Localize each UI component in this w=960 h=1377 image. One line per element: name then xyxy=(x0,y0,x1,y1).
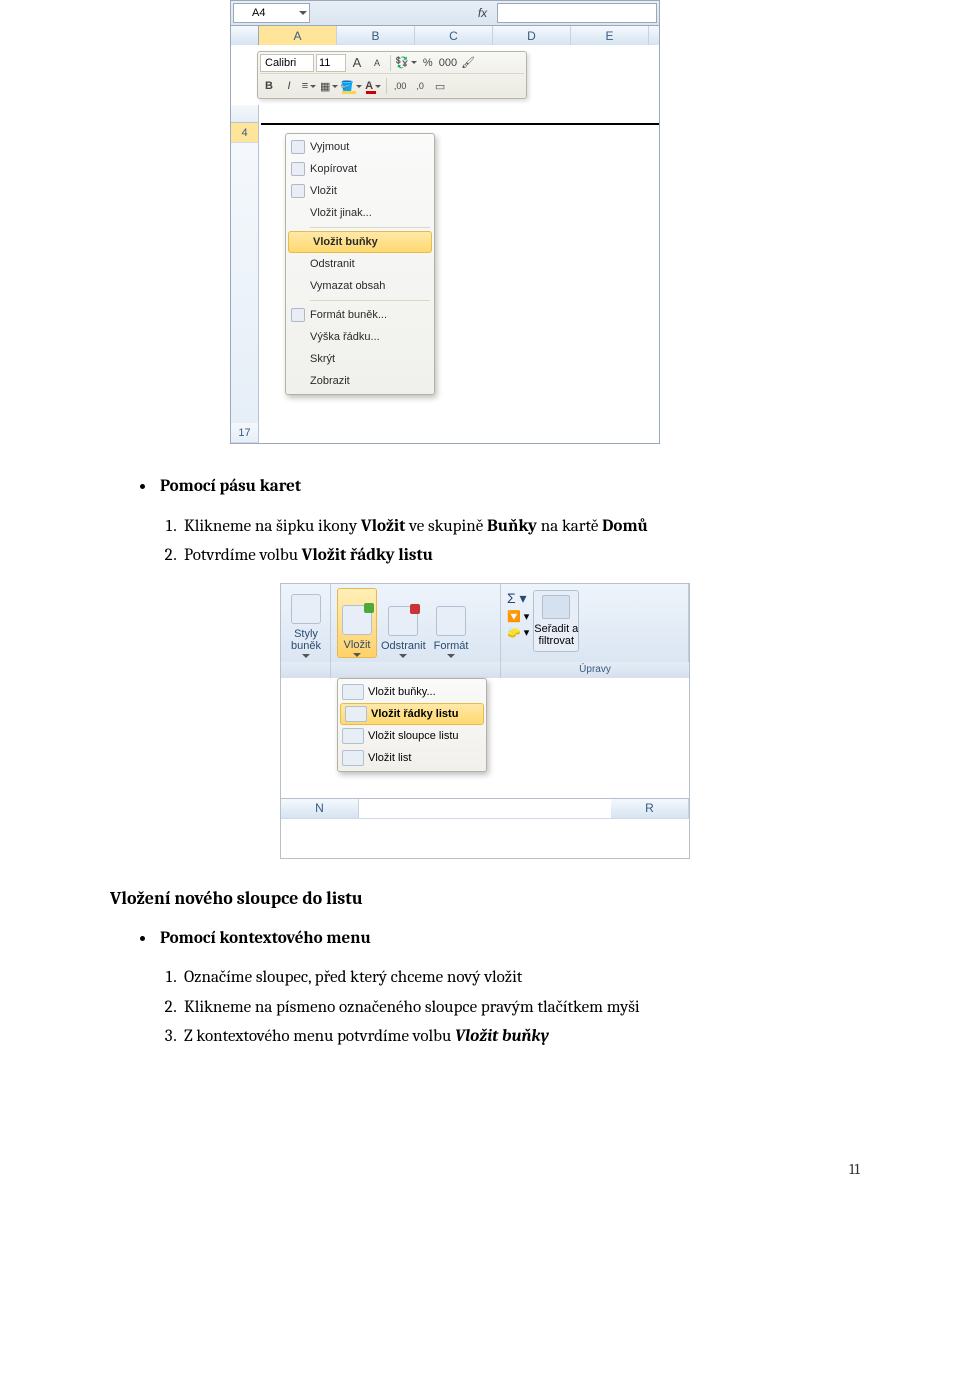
menu-hide[interactable]: Skrýt xyxy=(286,348,434,370)
decrease-decimal-icon[interactable]: ,0 xyxy=(411,77,429,95)
font-color-icon[interactable]: A xyxy=(364,77,382,95)
shrink-font-icon[interactable]: A xyxy=(368,54,386,72)
menu-unhide[interactable]: Zobrazit xyxy=(286,370,434,392)
autosum-icon[interactable]: Σ ▾ xyxy=(507,590,529,607)
sort-filter-icon xyxy=(542,595,570,619)
formula-buttons: fx xyxy=(470,1,495,25)
row-header-4[interactable]: 4 xyxy=(231,123,259,143)
column-header-c[interactable]: C xyxy=(415,26,493,45)
menu-clear[interactable]: Vymazat obsah xyxy=(286,275,434,297)
column-header-a[interactable]: A xyxy=(259,26,337,45)
insert-dropdown-menu: Vložit buňky... Vložit řádky listu Vloži… xyxy=(337,678,487,772)
row-header-17[interactable]: 17 xyxy=(231,423,259,443)
heading-insert-column: Vložení nového sloupce do listu xyxy=(110,885,860,912)
copy-icon xyxy=(291,162,305,176)
column-header-n[interactable]: N xyxy=(281,799,359,818)
chevron-down-icon xyxy=(299,11,307,15)
insert-sheet-item[interactable]: Vložit list xyxy=(338,747,486,769)
excel-context-menu-screenshot: A4 fx A B C D E Calibri 11 A A 💱 % 000 xyxy=(230,0,660,444)
insert-icon xyxy=(342,605,372,635)
grow-font-icon[interactable]: A xyxy=(348,54,366,72)
align-icon[interactable]: ≡ xyxy=(300,77,318,95)
insert-rows-icon xyxy=(345,706,367,722)
col-step-1: Označíme sloupec, před který chceme nový… xyxy=(180,965,860,991)
menu-paste[interactable]: Vložit xyxy=(286,180,434,202)
insert-button[interactable]: Vložit xyxy=(337,588,377,658)
font-size-combo[interactable]: 11 xyxy=(316,54,346,72)
bold-icon[interactable]: B xyxy=(260,77,278,95)
font-name-combo[interactable]: Calibri xyxy=(260,54,314,72)
menu-row-height[interactable]: Výška řádku... xyxy=(286,326,434,348)
insert-sheet-icon xyxy=(342,750,364,766)
format-cells-icon xyxy=(291,308,305,322)
delete-icon xyxy=(388,606,418,636)
menu-format-cells[interactable]: Formát buněk... xyxy=(286,304,434,326)
merge-icon[interactable]: ▭ xyxy=(431,77,449,95)
cell-styles-button[interactable]: Styly buněk xyxy=(287,588,325,658)
menu-insert-cells[interactable]: Vložit buňky xyxy=(288,231,432,253)
fill-color-icon[interactable]: 🪣 xyxy=(340,77,362,95)
column-headers: A B C D E xyxy=(231,25,659,45)
column-header-d[interactable]: D xyxy=(493,26,571,45)
fill-icon[interactable]: 🔽 ▾ xyxy=(507,610,529,623)
name-box[interactable]: A4 xyxy=(233,3,310,23)
paste-icon xyxy=(291,184,305,198)
insert-rows-item[interactable]: Vložit řádky listu xyxy=(340,703,484,725)
page-number: 11 xyxy=(110,1160,860,1178)
col-step-2: Klikneme na písmeno označeného sloupce p… xyxy=(180,995,860,1021)
borders-icon[interactable]: ▦ xyxy=(320,77,338,95)
insert-columns-item[interactable]: Vložit sloupce listu xyxy=(338,725,486,747)
insert-cols-icon xyxy=(342,728,364,744)
ribbon-insert-screenshot: Styly buněk Vložit Odstranit Formát xyxy=(280,583,690,859)
mini-toolbar: Calibri 11 A A 💱 % 000 🖌 B I ≡ ▦ 🪣 A ,00… xyxy=(257,51,527,99)
italic-icon[interactable]: I xyxy=(280,77,298,95)
menu-copy[interactable]: Kopírovat xyxy=(286,158,434,180)
column-header-b[interactable]: B xyxy=(337,26,415,45)
column-header-r[interactable]: R xyxy=(611,799,689,818)
formula-bar-row: A4 fx xyxy=(231,1,659,25)
select-all-corner[interactable] xyxy=(231,26,259,45)
increase-decimal-icon[interactable]: ,00 xyxy=(391,77,409,95)
delete-button[interactable]: Odstranit xyxy=(377,588,430,658)
heading-context-menu: Pomocí kontextového menu xyxy=(156,926,860,952)
format-painter-icon[interactable]: 🖌 xyxy=(459,54,477,72)
scissors-icon xyxy=(291,140,305,154)
insert-cells-item[interactable]: Vložit buňky... xyxy=(338,681,486,703)
menu-paste-special[interactable]: Vložit jinak... xyxy=(286,202,434,224)
context-menu: Vyjmout Kopírovat Vložit Vložit jinak...… xyxy=(285,133,435,395)
menu-delete[interactable]: Odstranit xyxy=(286,253,434,275)
percent-style-icon[interactable]: % xyxy=(419,54,437,72)
formula-bar[interactable] xyxy=(497,3,657,23)
format-button[interactable]: Formát xyxy=(430,588,473,658)
step-1: Klikneme na šipku ikony Vložit ve skupin… xyxy=(180,514,860,540)
heading-ribbon: Pomocí pásu karet xyxy=(156,474,860,500)
col-step-3: Z kontextového menu potvrdíme volbu Vlož… xyxy=(180,1024,860,1050)
selected-row-indicator xyxy=(261,123,659,129)
fx-icon[interactable]: fx xyxy=(478,6,487,20)
insert-cells-icon xyxy=(342,684,364,700)
cell-styles-icon xyxy=(291,594,321,624)
menu-cut[interactable]: Vyjmout xyxy=(286,136,434,158)
accounting-format-icon[interactable]: 💱 xyxy=(395,54,417,72)
clear-icon[interactable]: 🧽 ▾ xyxy=(507,626,529,639)
format-icon xyxy=(436,606,466,636)
column-header-e[interactable]: E xyxy=(571,26,649,45)
comma-style-icon[interactable]: 000 xyxy=(439,54,457,72)
step-2: Potvrdíme volbu Vložit řádky listu xyxy=(180,543,860,569)
group-label-editing: Úpravy xyxy=(501,662,689,678)
name-box-value: A4 xyxy=(252,7,265,19)
sort-filter-button[interactable]: Seřadit a filtrovat xyxy=(533,590,579,652)
